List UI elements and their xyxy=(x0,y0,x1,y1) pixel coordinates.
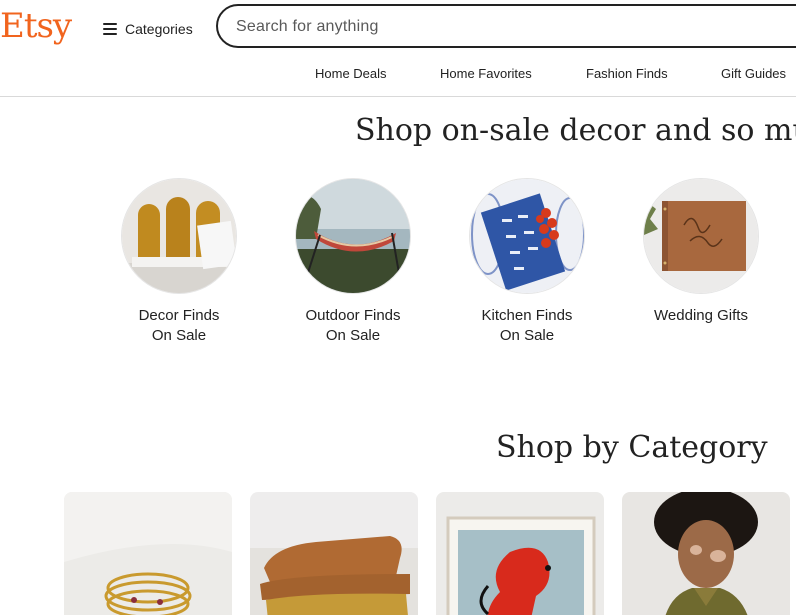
etsy-homepage: Etsy Categories Home Deals Home Favorite… xyxy=(0,0,796,615)
nav-home-deals[interactable]: Home Deals xyxy=(315,66,387,81)
sale-item-label: Outdoor Finds On Sale xyxy=(305,307,401,344)
categories-button[interactable]: Categories xyxy=(103,18,193,40)
nav-fashion-finds[interactable]: Fashion Finds xyxy=(586,66,668,81)
sale-item-kitchen[interactable]: Kitchen Finds On Sale xyxy=(447,178,607,346)
nav-home-favorites[interactable]: Home Favorites xyxy=(440,66,532,81)
search-bar xyxy=(216,4,796,48)
sale-item-outdoor[interactable]: Outdoor Finds On Sale xyxy=(273,178,433,346)
sale-item-label: Wedding Gifts xyxy=(654,307,748,324)
hamburger-menu-icon xyxy=(103,23,117,35)
category-card-clothing[interactable] xyxy=(250,492,418,615)
outdoor-finds-image xyxy=(295,178,411,294)
decor-finds-image xyxy=(121,178,237,294)
nav-gift-guides[interactable]: Gift Guides xyxy=(721,66,786,81)
sale-item-wedding[interactable]: Wedding Gifts xyxy=(621,178,781,326)
kitchen-finds-image xyxy=(469,178,585,294)
top-nav: Home Deals Home Favorites Fashion Finds … xyxy=(0,66,796,82)
sale-section-title: Shop on-sale decor and so much more xyxy=(355,113,796,148)
sale-item-label: Kitchen Finds On Sale xyxy=(481,307,573,344)
search-input[interactable] xyxy=(234,6,796,48)
category-card-art[interactable] xyxy=(436,492,604,615)
category-section-title: Shop by Category xyxy=(496,430,768,465)
etsy-logo[interactable]: Etsy xyxy=(0,6,72,46)
category-card-jewelry[interactable] xyxy=(64,492,232,615)
wedding-gifts-image xyxy=(643,178,759,294)
categories-label: Categories xyxy=(125,21,193,37)
sale-item-label: Decor Finds On Sale xyxy=(138,307,220,344)
site-header: Etsy Categories Home Deals Home Favorite… xyxy=(0,0,796,97)
category-card-fashion[interactable] xyxy=(622,492,790,615)
sale-item-decor[interactable]: Decor Finds On Sale xyxy=(99,178,259,346)
